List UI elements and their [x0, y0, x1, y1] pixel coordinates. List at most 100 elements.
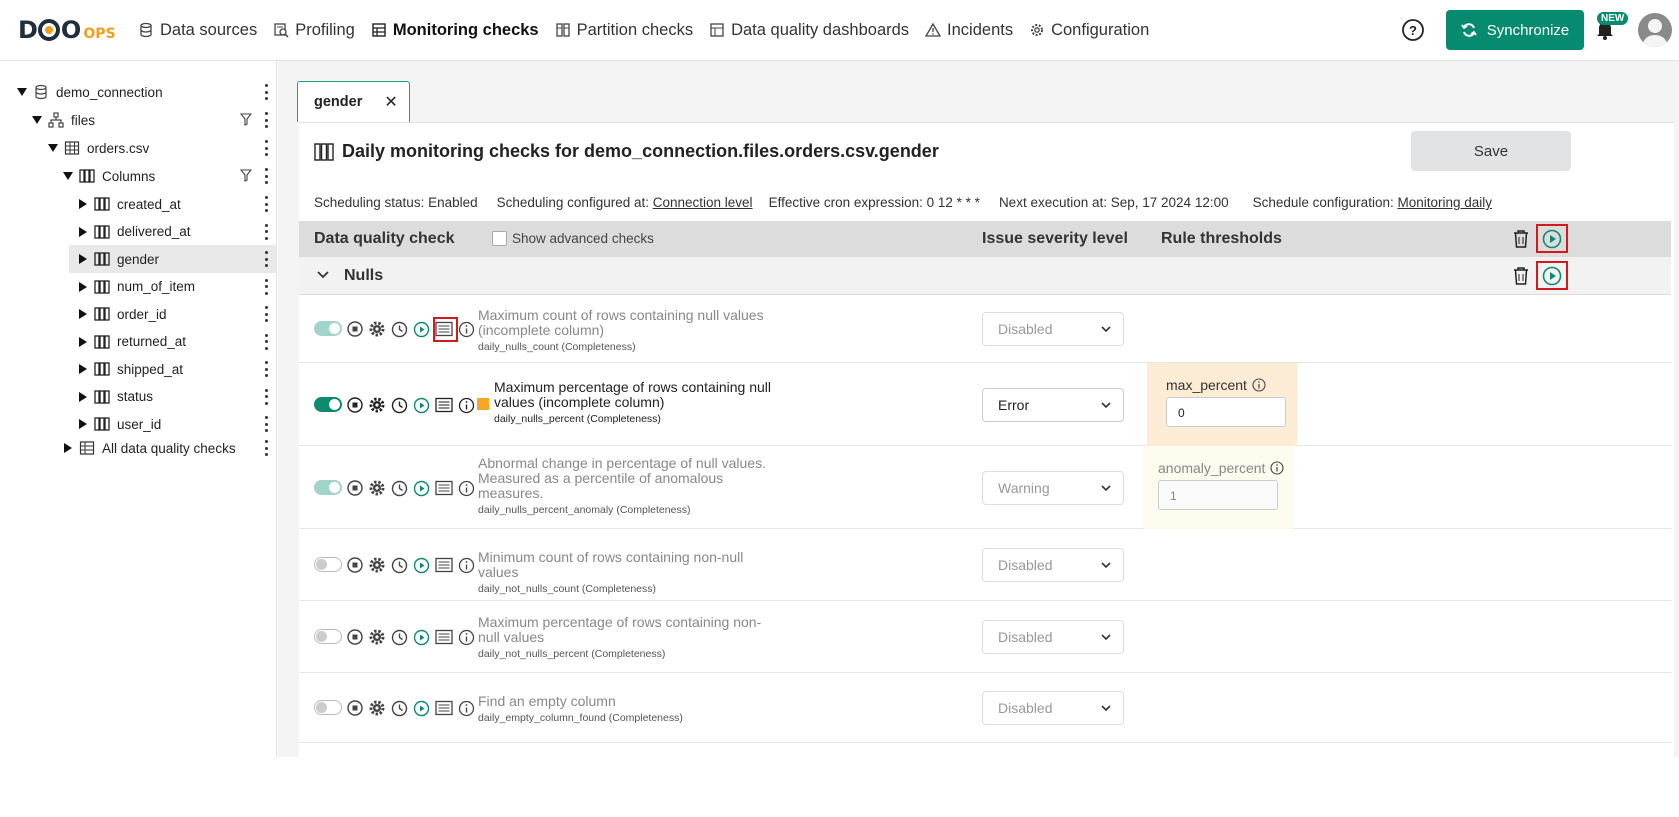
settings-gear-icon[interactable] [368, 556, 386, 574]
caret-right-icon[interactable] [61, 443, 75, 453]
tree-column-num-of-item[interactable]: num_of_item [76, 273, 277, 301]
tree-column-created-at[interactable]: created_at [76, 190, 277, 218]
kebab-menu-icon[interactable] [265, 333, 269, 350]
severity-select[interactable]: Disabled [982, 620, 1124, 654]
results-list-icon[interactable] [435, 480, 453, 496]
schedule-clock-icon[interactable] [391, 700, 408, 717]
check-enable-toggle[interactable] [314, 321, 342, 336]
results-list-icon[interactable] [435, 557, 453, 573]
caret-right-icon[interactable] [76, 281, 90, 292]
filter-icon[interactable] [240, 169, 252, 182]
chevron-down-icon[interactable] [317, 271, 329, 279]
info-icon[interactable] [1252, 378, 1266, 392]
results-list-icon[interactable] [435, 629, 453, 645]
kebab-menu-icon[interactable] [265, 223, 269, 240]
caret-right-icon[interactable] [76, 309, 90, 319]
connection-level-link[interactable]: Connection level [653, 195, 753, 210]
results-list-icon[interactable] [435, 700, 453, 716]
run-check-icon[interactable] [413, 700, 430, 717]
dqops-logo[interactable]: D O Ops [18, 16, 116, 44]
threshold-input[interactable]: 0 [1166, 397, 1286, 427]
caret-down-icon[interactable] [46, 144, 60, 152]
advanced-checkbox[interactable] [492, 231, 507, 246]
severity-select[interactable]: Disabled [982, 691, 1124, 725]
delete-icon[interactable] [1512, 266, 1530, 286]
settings-gear-icon[interactable] [368, 320, 386, 338]
nav-profiling[interactable]: Profiling [273, 21, 355, 40]
user-avatar[interactable] [1638, 13, 1672, 47]
tree-all-checks[interactable]: All data quality checks [61, 434, 277, 462]
severity-select[interactable]: Error [982, 388, 1124, 422]
run-check-icon[interactable] [413, 480, 430, 497]
settings-gear-icon[interactable] [368, 396, 386, 414]
filter-icon[interactable] [240, 113, 252, 126]
schedule-clock-icon[interactable] [391, 480, 408, 497]
run-check-icon[interactable] [413, 557, 430, 574]
info-icon[interactable] [1270, 461, 1284, 475]
caret-right-icon[interactable] [76, 254, 90, 264]
nav-monitoring-checks[interactable]: Monitoring checks [371, 21, 539, 40]
caret-right-icon[interactable] [76, 391, 90, 402]
tree-column-gender[interactable]: gender [69, 245, 277, 273]
tree-columns[interactable]: Columns [61, 162, 277, 190]
caret-down-icon[interactable] [30, 116, 44, 124]
check-enable-toggle[interactable] [314, 480, 342, 495]
severity-select[interactable]: Disabled [982, 312, 1124, 346]
kebab-menu-icon[interactable] [265, 196, 269, 212]
info-icon[interactable] [458, 629, 475, 646]
tree-column-delivered-at[interactable]: delivered_at [76, 218, 277, 246]
kebab-menu-icon[interactable] [265, 278, 269, 295]
stop-icon[interactable] [347, 480, 363, 496]
results-list-icon[interactable] [435, 397, 453, 413]
help-icon[interactable]: ? [1401, 18, 1425, 42]
kebab-menu-icon[interactable] [265, 251, 269, 267]
run-all-checks-icon[interactable] [1542, 229, 1562, 249]
check-enable-toggle[interactable] [314, 557, 342, 572]
run-check-icon[interactable] [413, 397, 430, 414]
caret-down-icon[interactable] [61, 172, 75, 180]
tab-gender[interactable]: gender ✕ [297, 81, 410, 122]
run-group-checks-icon[interactable] [1542, 266, 1562, 286]
severity-select[interactable]: Disabled [982, 548, 1124, 582]
synchronize-button[interactable]: Synchronize [1446, 10, 1584, 50]
check-enable-toggle[interactable] [314, 397, 342, 412]
tree-column-returned-at[interactable]: returned_at [76, 328, 277, 356]
kebab-menu-icon[interactable] [265, 416, 269, 432]
check-enable-toggle[interactable] [314, 629, 342, 644]
tree-schema[interactable]: files [30, 106, 277, 134]
caret-right-icon[interactable] [76, 419, 90, 429]
kebab-menu-icon[interactable] [265, 84, 269, 100]
severity-select[interactable]: Warning [982, 471, 1124, 505]
stop-icon[interactable] [347, 397, 363, 413]
save-button[interactable]: Save [1411, 131, 1571, 171]
caret-right-icon[interactable] [76, 336, 90, 347]
kebab-menu-icon[interactable] [265, 112, 269, 128]
tree-column-status[interactable]: status [76, 383, 277, 411]
schedule-clock-icon[interactable] [391, 321, 408, 338]
settings-gear-icon[interactable] [368, 628, 386, 646]
settings-gear-icon[interactable] [368, 699, 386, 717]
caret-right-icon[interactable] [76, 199, 90, 209]
close-icon[interactable]: ✕ [384, 92, 397, 112]
kebab-menu-icon[interactable] [265, 440, 269, 456]
kebab-menu-icon[interactable] [265, 140, 269, 156]
stop-icon[interactable] [347, 700, 363, 716]
tree-column-order-id[interactable]: order_id [76, 300, 277, 328]
nav-configuration[interactable]: Configuration [1029, 21, 1149, 40]
info-icon[interactable] [458, 557, 475, 574]
schedule-clock-icon[interactable] [391, 397, 408, 414]
monitoring-daily-link[interactable]: Monitoring daily [1397, 195, 1492, 210]
schedule-clock-icon[interactable] [391, 557, 408, 574]
stop-icon[interactable] [347, 321, 363, 337]
info-icon[interactable] [458, 480, 475, 497]
threshold-input[interactable]: 1 [1158, 480, 1278, 510]
caret-down-icon[interactable] [15, 88, 29, 96]
caret-right-icon[interactable] [76, 226, 90, 237]
show-advanced-checks[interactable]: Show advanced checks [492, 231, 654, 246]
stop-icon[interactable] [347, 629, 363, 645]
check-enable-toggle[interactable] [314, 700, 342, 715]
info-icon[interactable] [458, 397, 475, 414]
kebab-menu-icon[interactable] [265, 306, 269, 322]
delete-icon[interactable] [1512, 229, 1530, 249]
kebab-menu-icon[interactable] [265, 361, 269, 377]
